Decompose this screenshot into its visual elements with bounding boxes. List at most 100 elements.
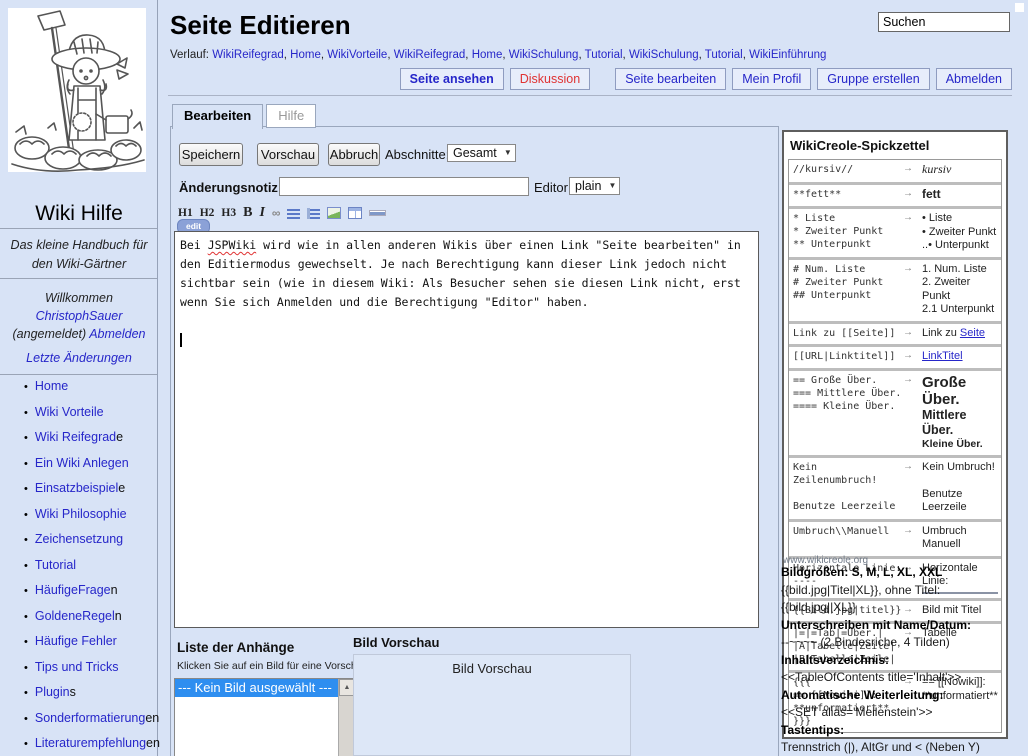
breadcrumb-link[interactable]: Home	[290, 49, 321, 61]
sidebar-link-suffix: e	[118, 481, 125, 495]
bullet-icon: •	[24, 432, 28, 444]
tip-line: <<TableOfContents title='Inhalt'>>	[781, 669, 1013, 687]
attachments-listbox[interactable]: --- Kein Bild ausgewählt --- ▲	[174, 678, 356, 756]
image-icon[interactable]	[327, 207, 341, 219]
sidebar-link[interactable]: Plugin	[35, 685, 70, 699]
wiki-markup-code: [[URL|Linktitel]]	[793, 350, 903, 364]
link-icon[interactable]: ∞	[272, 206, 281, 220]
sidebar-link[interactable]: Einsatzbeispiel	[35, 481, 118, 495]
italic-icon[interactable]: I	[259, 205, 264, 221]
sidebar-item: • Ein Wiki Anlegen	[24, 457, 158, 471]
sidebar-link[interactable]: Literaturempfehlung	[35, 736, 146, 750]
wiki-text-editor[interactable]: Bei JSPWiki wird wie in allen anderen Wi…	[174, 231, 759, 628]
user-link[interactable]: ChristophSauer	[36, 309, 123, 323]
syntax-tips: Bildgrößen: S, M, L, XL, XXL{{bild.jpg|T…	[781, 564, 1013, 756]
sidebar-item: • Wiki Philosophie	[24, 508, 158, 522]
sidebar-item: •GoldeneRegeln	[24, 610, 158, 624]
logout-link[interactable]: Abmelden	[89, 327, 145, 341]
tab-bearbeiten[interactable]: Bearbeiten	[172, 104, 263, 129]
arrow-icon: →	[903, 374, 922, 451]
sidebar-link[interactable]: Ein Wiki Anlegen	[35, 456, 129, 470]
sidebar-link[interactable]: Zeichensetzung	[35, 532, 123, 546]
last-changes-link[interactable]: Letzte Änderungen	[26, 351, 132, 365]
action-button[interactable]: Abmelden	[936, 68, 1012, 90]
tip-line: {{bild.jpg|Titel|XL}}, ohne Titel:	[781, 582, 1013, 600]
bold-icon[interactable]: B	[243, 205, 252, 221]
rendered-result: fett	[922, 188, 998, 203]
action-button[interactable]: Gruppe erstellen	[817, 68, 929, 90]
action-button[interactable]: Mein Profil	[732, 68, 811, 90]
header-rule	[168, 95, 1012, 96]
sidebar-link[interactable]: GoldeneRegel	[35, 609, 115, 623]
rendered-result: 1. Num. Liste2. Zweiter Punkt2.1 Unterpu…	[922, 263, 998, 317]
sections-select[interactable]: Gesamt	[447, 144, 516, 162]
text-caret	[180, 333, 182, 347]
arrow-icon: →	[903, 350, 922, 364]
action-button[interactable]: Diskussion	[510, 68, 590, 90]
page-actions: Seite ansehen Diskussion Seite bearbeiten M…	[400, 68, 1012, 90]
h1-icon[interactable]: H1	[178, 207, 193, 219]
sidebar-item: •Tutorial	[24, 559, 158, 573]
breadcrumb-link[interactable]: WikiEinführung	[749, 49, 826, 61]
tip-line: {{bild.jpg||XL}}	[781, 599, 1013, 617]
bullet-icon: •	[24, 509, 28, 521]
cheatsheet-row: * Liste* Zweiter Punkt** Unterpunkt→• Li…	[789, 206, 1001, 257]
action-button[interactable]: Seite ansehen	[400, 68, 504, 90]
logo-gardener-image[interactable]	[8, 8, 146, 172]
h3-icon[interactable]: H3	[221, 207, 236, 219]
sidebar-item: • Wiki Reifegrade	[24, 431, 158, 445]
sidebar-link[interactable]: Wiki Reifegrad	[35, 430, 116, 444]
sidebar-link[interactable]: Wiki Vorteile	[35, 405, 104, 419]
form-button[interactable]: Vorschau	[257, 143, 319, 166]
numbered-list-icon[interactable]	[307, 208, 320, 219]
breadcrumb-link[interactable]: WikiVorteile	[327, 49, 387, 61]
sidebar-link[interactable]: Wiki Philosophie	[35, 507, 127, 521]
tip-line: Tastentips:	[781, 722, 1013, 740]
wiki-markup-code: //kursiv//	[793, 163, 903, 178]
breadcrumb-link[interactable]: Tutorial	[705, 49, 743, 61]
sidebar-link[interactable]: Home	[35, 379, 68, 393]
change-note-label: Änderungsnotiz:	[179, 180, 282, 195]
sidebar-link[interactable]: Tips und Tricks	[35, 660, 119, 674]
cheatsheet-title: WikiCreole-Spickzettel	[790, 138, 1000, 153]
bullet-list-icon[interactable]	[287, 208, 300, 219]
sidebar-link[interactable]: HäufigeFrage	[35, 583, 111, 597]
tip-line: Automatische Weiterleitung:	[781, 687, 1013, 705]
editor-toolbar: H1 H2 H3 BI ∞	[178, 205, 393, 221]
breadcrumb-link[interactable]: WikiReifegrad	[394, 49, 466, 61]
h2-icon[interactable]: H2	[200, 207, 215, 219]
search-input[interactable]	[878, 12, 1010, 32]
example-link[interactable]: LinkTitel	[922, 350, 963, 362]
cheatsheet-row: [[URL|Linktitel]]→LinkTitel	[789, 344, 1001, 368]
action-button[interactable]: Seite bearbeiten	[615, 68, 726, 90]
tab-hilfe[interactable]: Hilfe	[266, 104, 316, 128]
welcome-block: Willkommen ChristophSauer (angemeldet) A…	[2, 289, 156, 343]
horizontal-rule-icon[interactable]	[369, 210, 386, 216]
sidebar-link[interactable]: Sonderformatierung	[35, 711, 145, 725]
example-link[interactable]: Seite	[960, 327, 985, 339]
bullet-icon: •	[24, 585, 28, 597]
breadcrumb-link[interactable]: WikiSchulung	[509, 49, 579, 61]
divider	[0, 374, 157, 375]
breadcrumb-link[interactable]: WikiSchulung	[629, 49, 699, 61]
sidebar-item: •Sonderformatierungen	[24, 712, 158, 726]
sidebar-link-suffix: e	[116, 430, 123, 444]
form-button[interactable]: Abbruch	[328, 143, 380, 166]
breadcrumb-link[interactable]: WikiReifegrad	[212, 49, 284, 61]
editor-label: Editor:	[534, 180, 572, 195]
sidebar-link[interactable]: Häufige Fehler	[35, 634, 117, 648]
change-note-input[interactable]	[279, 177, 529, 196]
wiki-markup-code: KeinZeilenumbruch! Benutze Leerzeile	[793, 461, 903, 515]
breadcrumb-link[interactable]: Tutorial	[585, 49, 623, 61]
breadcrumb-label: Verlauf:	[170, 49, 209, 61]
arrow-icon: →	[903, 525, 922, 552]
attachment-selected-item[interactable]: --- Kein Bild ausgewählt ---	[175, 679, 355, 697]
wiki-markup-code: Link zu [[Seite]]	[793, 327, 903, 341]
form-button[interactable]: Speichern	[179, 143, 243, 166]
bullet-icon: •	[24, 458, 28, 470]
breadcrumb-link[interactable]: Home	[472, 49, 503, 61]
editor-select[interactable]: plain	[569, 177, 620, 195]
table-icon[interactable]	[348, 207, 362, 219]
sidebar-link-suffix: en	[146, 736, 160, 750]
sidebar-link[interactable]: Tutorial	[35, 558, 76, 572]
